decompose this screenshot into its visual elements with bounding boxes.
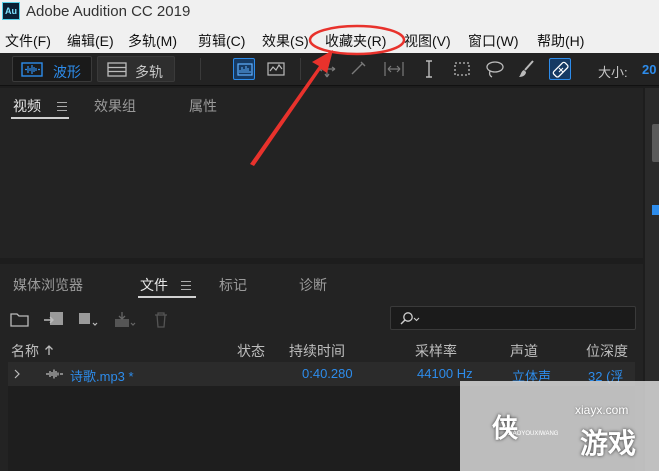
annotation-arrow-icon — [250, 50, 333, 166]
watermark-site: xiayx.com — [575, 403, 629, 417]
watermark-text: 游戏 — [580, 428, 637, 459]
watermark-small-text: JIAOYOUXIWANG — [508, 431, 559, 437]
watermark-logo-text: 侠 — [492, 413, 520, 443]
annotation-highlight-ellipse — [308, 24, 406, 56]
